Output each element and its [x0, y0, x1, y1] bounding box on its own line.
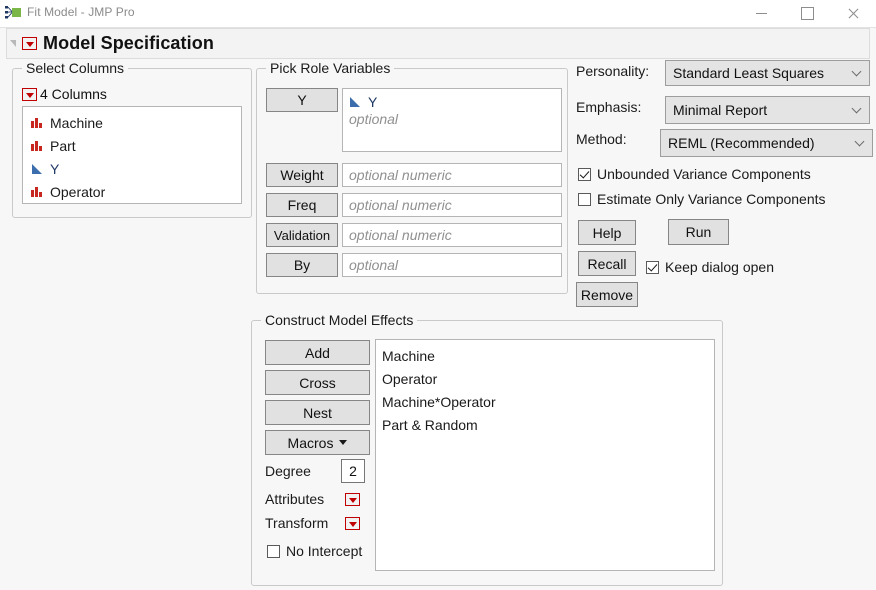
role-button-y[interactable]: Y: [266, 88, 338, 112]
role-box-by[interactable]: optional: [342, 253, 562, 277]
list-item[interactable]: Operator: [376, 367, 714, 390]
recall-button[interactable]: Recall: [578, 251, 636, 276]
role-button-validation[interactable]: Validation: [266, 223, 338, 247]
role-box-freq[interactable]: optional numeric: [342, 193, 562, 217]
maximize-icon: [801, 7, 814, 20]
attributes-label: Attributes: [265, 491, 324, 507]
list-item[interactable]: Machine: [376, 344, 714, 367]
remove-button[interactable]: Remove: [576, 282, 638, 307]
personality-select[interactable]: Standard Least Squares: [665, 60, 870, 86]
column-name: Operator: [50, 184, 105, 200]
role-box-weight[interactable]: optional numeric: [342, 163, 562, 187]
unbounded-variance-label: Unbounded Variance Components: [597, 166, 811, 182]
help-button[interactable]: Help: [578, 220, 636, 245]
chevron-down-icon: [853, 68, 861, 76]
column-name: Machine: [50, 115, 103, 131]
jmp-app-icon: [5, 5, 22, 21]
macros-button[interactable]: Macros: [265, 430, 370, 455]
run-button[interactable]: Run: [668, 219, 729, 245]
personality-label: Personality:: [576, 63, 649, 79]
column-count-label: 4 Columns: [40, 86, 107, 102]
degree-input[interactable]: 2: [341, 459, 365, 483]
list-item[interactable]: Part & Random: [376, 413, 714, 436]
list-item[interactable]: Y: [23, 157, 241, 180]
emphasis-value: Minimal Report: [673, 102, 767, 118]
nominal-column-icon: [31, 186, 44, 198]
title-bar: Fit Model - JMP Pro: [0, 0, 876, 28]
close-icon: [847, 8, 859, 20]
role-placeholder-y: optional: [349, 111, 555, 127]
role-placeholder-weight: optional numeric: [349, 167, 452, 183]
checkbox-icon: [578, 168, 591, 181]
red-dropdown-icon[interactable]: [22, 37, 37, 50]
no-intercept-label: No Intercept: [286, 543, 362, 559]
role-button-weight[interactable]: Weight: [266, 163, 338, 187]
maximize-button[interactable]: [784, 0, 830, 27]
column-name: Part: [50, 138, 76, 154]
role-box-y[interactable]: Y optional: [342, 88, 562, 152]
add-effect-button[interactable]: Add: [265, 340, 370, 365]
nominal-column-icon: [31, 140, 44, 152]
pick-roles-legend: Pick Role Variables: [266, 60, 394, 76]
role-value-y: Y: [368, 94, 377, 110]
chevron-down-icon: [856, 138, 864, 146]
model-specification-header: Model Specification: [6, 28, 870, 59]
emphasis-select[interactable]: Minimal Report: [665, 96, 870, 124]
personality-value: Standard Least Squares: [673, 65, 824, 81]
role-placeholder-validation: optional numeric: [349, 227, 452, 243]
transform-label: Transform: [265, 515, 328, 531]
continuous-column-icon: [349, 96, 362, 108]
method-label: Method:: [576, 131, 627, 147]
close-button[interactable]: [830, 0, 876, 27]
minimize-button[interactable]: [738, 0, 784, 27]
checkbox-icon: [578, 193, 591, 206]
method-value: REML (Recommended): [668, 135, 815, 151]
emphasis-label: Emphasis:: [576, 99, 641, 115]
checkbox-icon: [646, 261, 659, 274]
window-title: Fit Model - JMP Pro: [27, 5, 135, 19]
unbounded-variance-checkbox[interactable]: Unbounded Variance Components: [578, 166, 811, 182]
fit-model-dialog: Fit Model - JMP Pro Model Specification …: [0, 0, 876, 590]
select-columns-legend: Select Columns: [22, 60, 128, 76]
cross-effect-button[interactable]: Cross: [265, 370, 370, 395]
chevron-down-icon: [339, 440, 347, 445]
column-count-row: 4 Columns: [22, 86, 107, 102]
nominal-column-icon: [31, 117, 44, 129]
macros-label: Macros: [288, 435, 334, 451]
role-button-freq[interactable]: Freq: [266, 193, 338, 217]
role-assigned-variable[interactable]: Y: [349, 92, 555, 111]
model-effects-list[interactable]: Machine Operator Machine*Operator Part &…: [375, 339, 715, 571]
minimize-icon: [756, 13, 767, 14]
list-item[interactable]: Machine*Operator: [376, 390, 714, 413]
attributes-dropdown-icon[interactable]: [345, 493, 360, 506]
nest-effect-button[interactable]: Nest: [265, 400, 370, 425]
method-select[interactable]: REML (Recommended): [660, 129, 873, 157]
columns-list[interactable]: Machine Part Y Operator: [22, 106, 242, 204]
no-intercept-checkbox[interactable]: No Intercept: [267, 543, 362, 559]
role-placeholder-by: optional: [349, 257, 398, 273]
estimate-only-variance-checkbox[interactable]: Estimate Only Variance Components: [578, 191, 826, 207]
role-button-by[interactable]: By: [266, 253, 338, 277]
keep-dialog-open-checkbox[interactable]: Keep dialog open: [646, 259, 774, 275]
list-item[interactable]: Machine: [23, 111, 241, 134]
degree-label: Degree: [265, 463, 311, 479]
page-title: Model Specification: [43, 33, 214, 54]
list-item[interactable]: Operator: [23, 180, 241, 203]
chevron-down-icon: [853, 105, 861, 113]
list-item[interactable]: Part: [23, 134, 241, 157]
column-name: Y: [50, 161, 59, 177]
model-effects-legend: Construct Model Effects: [261, 312, 417, 328]
continuous-column-icon: [31, 163, 44, 175]
transform-dropdown-icon[interactable]: [345, 517, 360, 530]
disclosure-triangle-icon[interactable]: [10, 40, 16, 47]
estimate-only-variance-label: Estimate Only Variance Components: [597, 191, 826, 207]
red-dropdown-icon[interactable]: [22, 88, 37, 101]
keep-dialog-open-label: Keep dialog open: [665, 259, 774, 275]
checkbox-icon: [267, 545, 280, 558]
role-placeholder-freq: optional numeric: [349, 197, 452, 213]
role-box-validation[interactable]: optional numeric: [342, 223, 562, 247]
